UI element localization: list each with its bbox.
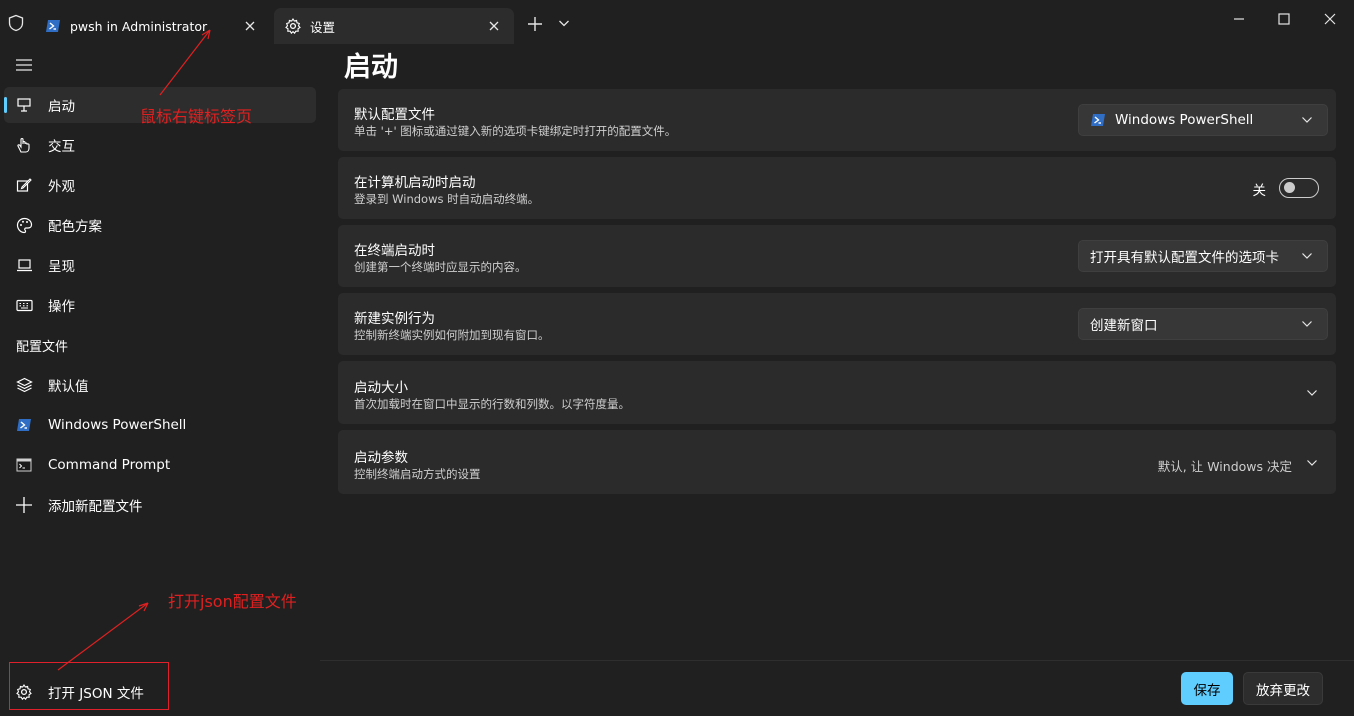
save-button[interactable]: 保存: [1181, 672, 1233, 705]
sidebar-item-command-prompt[interactable]: Command Prompt: [4, 447, 316, 483]
launch-on-startup-toggle[interactable]: [1279, 178, 1319, 198]
setting-description: 控制终端启动方式的设置: [354, 467, 481, 481]
setting-description: 单击 '+' 图标或通过键入新的选项卡键绑定时打开的配置文件。: [354, 124, 677, 138]
setting-launch-size[interactable]: 启动大小 首次加载时在窗口中显示的行数和列数。以字符度量。: [338, 361, 1336, 424]
sidebar-item-label: 添加新配置文件: [48, 499, 143, 515]
new-instance-dropdown[interactable]: 创建新窗口: [1078, 308, 1328, 340]
pen-edit-icon: [15, 176, 33, 194]
sidebar-item-color-schemes[interactable]: 配色方案: [4, 207, 316, 243]
tab-label: pwsh in Administrator: [70, 18, 208, 34]
sidebar-item-label: 交互: [48, 139, 75, 155]
annotation-highlight-box: [9, 662, 169, 710]
close-icon[interactable]: [486, 18, 502, 34]
powershell-icon: [15, 416, 33, 434]
sidebar-item-label: 呈现: [48, 259, 75, 275]
layers-icon: [15, 376, 33, 394]
minimize-icon[interactable]: [1230, 10, 1248, 28]
sidebar: 启动 交互 外观 配色方案 呈现 操作 配置文件 默认值 Windows Pow…: [0, 44, 320, 716]
sidebar-item-label: 默认值: [48, 379, 89, 395]
toggle-state-label: 关: [1252, 183, 1267, 199]
setting-description: 控制新终端实例如何附加到现有窗口。: [354, 328, 550, 342]
annotation-tab-hint: 鼠标右键标签页: [140, 107, 253, 126]
setting-title: 在计算机启动时启动: [354, 175, 476, 191]
chevron-down-icon: [1302, 253, 1312, 259]
setting-when-terminal-starts: 在终端启动时 创建第一个终端时应显示的内容。 打开具有默认配置文件的选项卡: [338, 225, 1336, 287]
setting-title: 默认配置文件: [354, 107, 435, 123]
setting-description: 创建第一个终端时应显示的内容。: [354, 260, 527, 274]
startup-action-dropdown[interactable]: 打开具有默认配置文件的选项卡: [1078, 240, 1328, 272]
toggle-knob: [1284, 182, 1295, 193]
profiles-heading: 配置文件: [16, 340, 69, 355]
discard-changes-button[interactable]: 放弃更改: [1243, 672, 1323, 705]
title-bar: pwsh in Administrator 设置: [0, 0, 1354, 44]
sidebar-item-label: 启动: [48, 99, 75, 115]
maximize-icon[interactable]: [1275, 10, 1293, 28]
default-profile-dropdown[interactable]: Windows PowerShell: [1078, 104, 1328, 136]
chevron-down-icon: [1302, 321, 1312, 327]
setting-current-value: 默认, 让 Windows 决定: [1157, 459, 1292, 474]
gear-icon: [284, 17, 302, 35]
chevron-down-icon[interactable]: [558, 18, 570, 28]
sidebar-item-actions[interactable]: 操作: [4, 287, 316, 323]
selection-indicator: [4, 97, 7, 113]
powershell-icon: [1090, 113, 1106, 127]
monitor-stand-icon: [15, 96, 33, 114]
hamburger-menu-icon[interactable]: [15, 58, 33, 72]
shield-icon: [8, 14, 24, 32]
tab-label: 设置: [310, 19, 336, 35]
sidebar-item-interaction[interactable]: 交互: [4, 127, 316, 163]
chevron-down-icon[interactable]: [1306, 389, 1318, 397]
chevron-down-icon[interactable]: [1306, 459, 1318, 467]
setting-launch-on-startup: 在计算机启动时启动 登录到 Windows 时自动启动终端。 关: [338, 157, 1336, 219]
setting-launch-parameters[interactable]: 启动参数 控制终端启动方式的设置 默认, 让 Windows 决定: [338, 430, 1336, 494]
sidebar-item-appearance[interactable]: 外观: [4, 167, 316, 203]
keyboard-icon: [15, 296, 33, 314]
annotation-json-hint: 打开json配置文件: [168, 592, 297, 611]
setting-description: 首次加载时在窗口中显示的行数和列数。以字符度量。: [354, 397, 630, 411]
setting-title: 新建实例行为: [354, 311, 435, 327]
close-window-icon[interactable]: [1321, 10, 1339, 28]
tab-settings[interactable]: 设置: [274, 8, 514, 44]
sidebar-item-label: 配色方案: [48, 219, 102, 235]
setting-title: 启动大小: [354, 380, 408, 396]
plus-icon[interactable]: [526, 15, 544, 33]
setting-new-instance-behavior: 新建实例行为 控制新终端实例如何附加到现有窗口。 创建新窗口: [338, 293, 1336, 355]
close-icon[interactable]: [242, 18, 258, 34]
palette-icon: [15, 216, 33, 234]
chevron-down-icon: [1302, 117, 1312, 123]
powershell-icon: [44, 17, 62, 35]
sidebar-item-label: Windows PowerShell: [48, 417, 187, 433]
laptop-icon: [15, 256, 33, 274]
dropdown-value: 打开具有默认配置文件的选项卡: [1090, 250, 1279, 266]
cmd-icon: [15, 456, 33, 474]
setting-default-profile: 默认配置文件 单击 '+' 图标或通过键入新的选项卡键绑定时打开的配置文件。 W…: [338, 89, 1336, 151]
setting-title: 在终端启动时: [354, 243, 435, 259]
page-title: 启动: [344, 52, 398, 83]
sidebar-item-label: 操作: [48, 299, 75, 315]
hand-pointer-icon: [15, 136, 33, 154]
sidebar-item-add-profile[interactable]: 添加新配置文件: [4, 487, 316, 523]
sidebar-item-defaults[interactable]: 默认值: [4, 367, 316, 403]
tab-pwsh[interactable]: pwsh in Administrator: [34, 8, 270, 44]
setting-description: 登录到 Windows 时自动启动终端。: [354, 192, 540, 206]
sidebar-item-rendering[interactable]: 呈现: [4, 247, 316, 283]
sidebar-item-windows-powershell[interactable]: Windows PowerShell: [4, 407, 316, 443]
plus-icon: [15, 496, 33, 514]
sidebar-item-label: Command Prompt: [48, 457, 171, 473]
sidebar-item-label: 外观: [48, 179, 75, 195]
setting-title: 启动参数: [354, 450, 408, 466]
dropdown-value: 创建新窗口: [1090, 318, 1158, 334]
dropdown-value: Windows PowerShell: [1115, 112, 1254, 128]
